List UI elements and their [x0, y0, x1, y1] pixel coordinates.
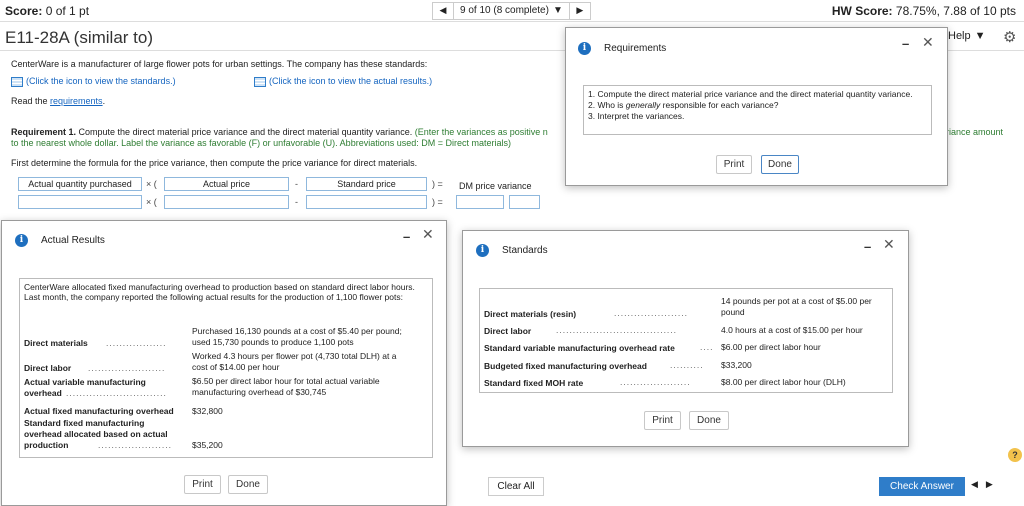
close-icon[interactable]: ✕: [422, 226, 434, 243]
row-value: used 15,730 pounds to produce 1,100 pots: [192, 337, 354, 347]
gear-icon[interactable]: ⚙: [1003, 28, 1016, 46]
actual-results-intro: CenterWare allocated fixed manufacturing…: [24, 282, 415, 302]
help-menu[interactable]: Help ▼: [948, 30, 986, 42]
standards-table: Direct materials (resin) ...............…: [479, 288, 893, 393]
row-value: Worked 4.3 hours per flower pot (4,730 t…: [192, 351, 397, 361]
close-icon[interactable]: ✕: [883, 236, 895, 253]
row-value: pound: [721, 307, 745, 317]
row-value: Purchased 16,130 pounds at a cost of $5.…: [192, 326, 402, 336]
bottom-nav: ◀ ▶: [971, 479, 993, 490]
row-value: 4.0 hours at a cost of $15.00 per hour: [721, 325, 863, 335]
view-results-link[interactable]: (Click the icon to view the actual resul…: [254, 76, 432, 87]
dialog-title: Standards: [502, 245, 548, 256]
standard-price-input[interactable]: [306, 195, 427, 209]
done-button[interactable]: Done: [228, 475, 268, 494]
view-standards-link[interactable]: (Click the icon to view the standards.): [11, 76, 176, 87]
row-label: Standard fixed MOH rate: [484, 378, 584, 388]
actual-quantity-input[interactable]: [18, 195, 142, 209]
triangle-right-icon[interactable]: ▶: [986, 479, 993, 490]
minimize-icon[interactable]: –: [403, 229, 410, 244]
hw-score: HW Score: 78.75%, 7.88 of 10 pts: [831, 4, 1016, 18]
question-select[interactable]: 9 of 10 (8 complete) ▼: [454, 1, 569, 20]
formula-actual-price[interactable]: Actual price: [164, 177, 289, 191]
table-icon: [254, 76, 266, 87]
score: Score: 0 of 1 pt: [5, 4, 90, 18]
formula-instruction: First determine the formula for the pric…: [11, 158, 418, 168]
help-question-icon[interactable]: ?: [1008, 448, 1022, 462]
print-button[interactable]: Print: [716, 155, 752, 174]
minimize-icon[interactable]: –: [864, 239, 871, 254]
row-label: Direct materials (resin): [484, 309, 577, 319]
row-label: Direct materials: [24, 338, 88, 348]
top-bar: Score: 0 of 1 pt ◀ 9 of 10 (8 complete) ▼…: [0, 0, 1024, 22]
info-icon: i: [578, 42, 591, 55]
row-value: $33,200: [721, 360, 752, 370]
requirement-1: Requirement 1. Compute the direct materi…: [11, 127, 548, 137]
minimize-icon[interactable]: –: [902, 36, 909, 51]
formula-standard-price[interactable]: Standard price: [306, 177, 427, 191]
requirements-list: 1. Compute the direct material price var…: [583, 85, 932, 135]
standards-dialog: i Standards – ✕ Direct materials (resin)…: [462, 230, 909, 447]
question-title: E11-28A (similar to): [5, 28, 154, 47]
row-value: $32,800: [192, 406, 223, 416]
dialog-title: Actual Results: [41, 235, 105, 246]
triangle-down-icon: ▼: [552, 5, 563, 16]
row-value: 14 pounds per pot at a cost of $5.00 per: [721, 296, 872, 306]
row-value: $6.50 per direct labor hour for total ac…: [192, 376, 380, 386]
row-value: cost of $14.00 per hour: [192, 362, 280, 372]
check-answer-button[interactable]: Check Answer: [879, 477, 965, 496]
question-navigator: ◀ 9 of 10 (8 complete) ▼ ▶: [432, 1, 591, 20]
actual-price-input[interactable]: [164, 195, 289, 209]
row-label: Standard fixed manufacturing: [24, 418, 145, 428]
row-label: Actual fixed manufacturing overhead: [24, 406, 174, 416]
table-icon: [11, 76, 23, 87]
row-label: Budgeted fixed manufacturing overhead: [484, 361, 647, 371]
previous-question-button[interactable]: ◀: [432, 1, 454, 20]
requirements-link[interactable]: requirements: [50, 96, 103, 106]
dm-price-variance-input[interactable]: [456, 195, 504, 209]
triangle-right-icon: ▶: [576, 5, 584, 15]
row-label: production: [24, 440, 69, 450]
next-question-button[interactable]: ▶: [568, 1, 591, 20]
requirements-dialog: i Requirements – ✕ 1. Compute the direct…: [565, 27, 948, 186]
row-value: $8.00 per direct labor hour (DLH): [721, 377, 846, 387]
intro-text: CenterWare is a manufacturer of large fl…: [11, 59, 428, 69]
done-button[interactable]: Done: [689, 411, 729, 430]
clear-all-button[interactable]: Clear All: [488, 477, 544, 496]
page-root: Score: 0 of 1 pt ◀ 9 of 10 (8 complete) ▼…: [0, 0, 1024, 506]
row-label: Standard variable manufacturing overhead…: [484, 343, 675, 353]
formula-actual-quantity[interactable]: Actual quantity purchased: [18, 177, 142, 191]
row-value: $35,200: [192, 440, 223, 450]
actual-results-table: CenterWare allocated fixed manufacturing…: [19, 278, 433, 458]
print-button[interactable]: Print: [184, 475, 221, 494]
variance-label-select[interactable]: [509, 195, 540, 209]
print-button[interactable]: Print: [644, 411, 681, 430]
done-button[interactable]: Done: [761, 155, 799, 174]
row-value: manufacturing overhead of $30,745: [192, 387, 327, 397]
row-label: Actual variable manufacturing: [24, 377, 146, 387]
requirement-item: 3. Interpret the variances.: [588, 111, 685, 121]
formula-result-label: DM price variance: [459, 181, 532, 191]
triangle-left-icon: ◀: [439, 5, 447, 15]
dialog-title: Requirements: [604, 43, 667, 54]
close-icon[interactable]: ✕: [922, 34, 934, 51]
row-label: overhead allocated based on actual: [24, 429, 168, 439]
row-label: Direct labor: [24, 363, 72, 373]
actual-results-dialog: i Actual Results – ✕ CenterWare allocate…: [1, 220, 447, 506]
read-requirements-line: Read the requirements.: [11, 96, 106, 106]
row-value: $6.00 per direct labor hour: [721, 342, 821, 352]
row-label: Direct labor: [484, 326, 532, 336]
caret-down-icon: ▼: [974, 30, 986, 42]
requirement-item: 2. Who is generally responsible for each…: [588, 100, 779, 110]
info-icon: i: [15, 234, 28, 247]
info-icon: i: [476, 244, 489, 257]
requirement-item: 1. Compute the direct material price var…: [588, 89, 913, 99]
requirement-hint: to the nearest whole dollar. Label the v…: [11, 138, 511, 148]
row-label: overhead: [24, 388, 62, 398]
requirement-hint-right: riance amount: [946, 127, 1004, 137]
triangle-left-icon[interactable]: ◀: [971, 479, 978, 490]
